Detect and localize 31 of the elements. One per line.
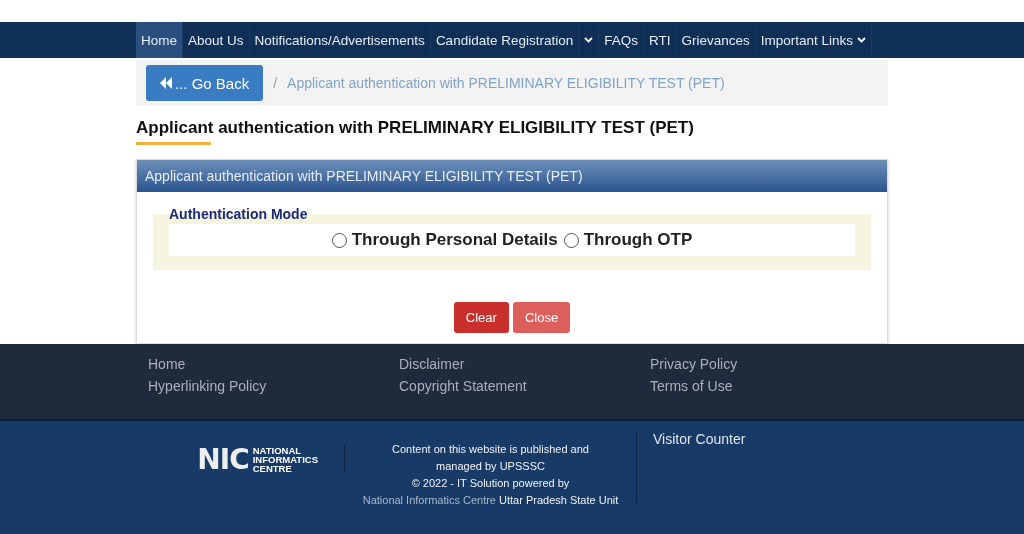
footer-link[interactable]: Copyright Statement [399, 378, 650, 394]
nav-link[interactable]: FAQs [599, 22, 644, 58]
footer-credit: © 2022 - IT Solution powered by National Informatics Centre Uttar Pradesh State Unit [361, 476, 620, 508]
form-button[interactable]: Close [512, 302, 571, 333]
caret-icon [857, 37, 867, 43]
double-back-icon [160, 77, 173, 89]
nic-link[interactable]: National Informatics Centre [362, 494, 496, 506]
panel-header: Applicant authentication with PRELIMINARY ELIGIBILITY TEST (PET) [137, 160, 887, 192]
footer-link[interactable]: Terms of Use [650, 378, 901, 394]
nav-link[interactable]: Important Links [755, 22, 873, 58]
visitor-counter-heading: Visitor Counter [652, 431, 746, 449]
breadcrumb-current: Applicant authentication with PRELIMINARY ELIGIBILITY TEST (PET) [287, 75, 725, 91]
footer-link[interactable]: Privacy Policy [650, 356, 901, 372]
footer-link[interactable]: Hyperlinking Policy [148, 378, 399, 394]
nav-link[interactable]: Grievances [676, 22, 756, 58]
footer-link[interactable]: Disclaimer [399, 356, 650, 372]
footer-notice: Content on this website is published and managed by UPSSSC [391, 442, 590, 474]
breadcrumb-separator: / [273, 75, 278, 91]
form-button[interactable]: Clear [453, 302, 509, 333]
nav-link[interactable]: Home [136, 22, 183, 58]
caret-icon [584, 37, 594, 43]
nav-link[interactable]: Candidate Registration [430, 22, 580, 58]
fieldset-legend: Authentication Mode [169, 206, 855, 222]
go-back-button[interactable]: ... Go Back [146, 65, 264, 101]
radio-option[interactable]: Through OTP [563, 230, 693, 250]
footer-link[interactable]: Home [148, 356, 399, 372]
page-title: Applicant authentication with PRELIMINARY ELIGIBILITY TEST (PET) [136, 118, 695, 138]
nav-link[interactable]: Notifications/Advertisements [249, 22, 431, 58]
nav-link[interactable]: About Us [183, 22, 250, 58]
radio-option[interactable]: Through Personal Details [331, 230, 558, 250]
nav-link[interactable]: RTI [644, 22, 677, 58]
